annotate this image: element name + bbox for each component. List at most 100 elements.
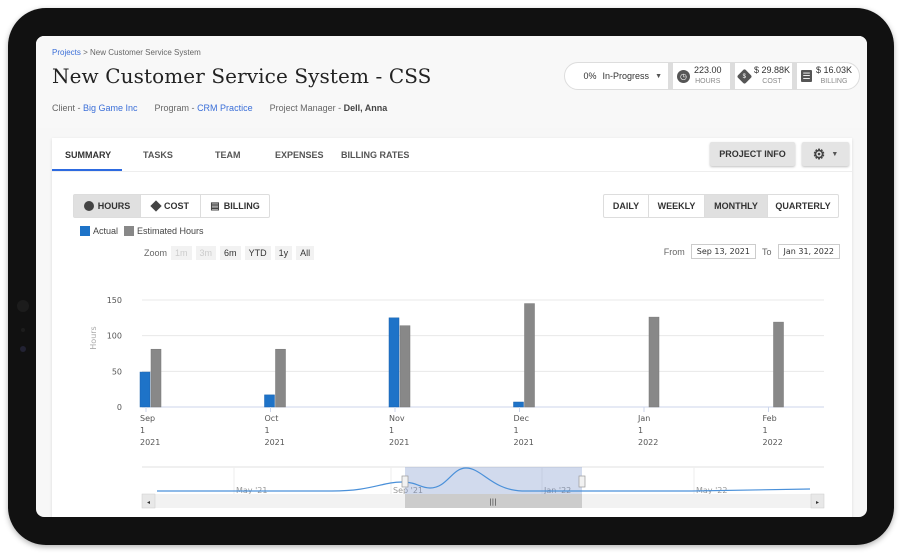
navigator-label: Jan '22 <box>543 486 571 495</box>
x-tick-label: 1 <box>265 426 270 435</box>
settings-menu-button[interactable]: ⚙ ▼ <box>802 142 849 166</box>
clock-icon: ◷ <box>677 69 690 83</box>
metric-billing-button[interactable]: ▤ BILLING <box>201 195 269 217</box>
period-quarterly-button[interactable]: QUARTERLY <box>768 195 838 217</box>
breadcrumb-projects-link[interactable]: Projects <box>52 48 81 57</box>
breadcrumb-separator: > <box>80 48 91 57</box>
sensor-icon <box>21 328 25 332</box>
bar-actual[interactable] <box>513 401 524 408</box>
x-tick-label: Nov <box>389 414 405 423</box>
hours-stat: ◷ 223.00 HOURS <box>668 63 730 89</box>
project-stats-bar: 0% In-Progress ▼ ◷ 223.00 HOURS $ $ 29.88… <box>564 62 860 90</box>
y-axis-label: Hours <box>89 326 98 349</box>
chart-legend: Actual Estimated Hours <box>80 226 204 236</box>
bar-estimated[interactable] <box>399 325 411 408</box>
light-sensor-icon <box>20 346 26 352</box>
y-tick-label: 150 <box>107 296 122 305</box>
scroll-right-button[interactable] <box>810 493 825 509</box>
y-tick-label: 50 <box>112 367 122 376</box>
legend-estimated[interactable]: Estimated Hours <box>137 226 204 236</box>
bar-actual[interactable] <box>139 371 151 408</box>
cost-stat: $ $ 29.88K COST <box>730 63 792 89</box>
tab-expenses[interactable]: EXPENSES <box>275 150 324 160</box>
legend-actual[interactable]: Actual <box>93 226 118 236</box>
x-tick-label: 1 <box>389 426 394 435</box>
navigator-left-handle[interactable] <box>401 475 409 488</box>
metric-cost-button[interactable]: COST <box>141 195 201 217</box>
scrollbar-grip-icon: ||| <box>489 498 496 506</box>
navigator-selection[interactable] <box>405 467 582 494</box>
manager-label: Project Manager - <box>269 103 344 113</box>
x-tick-label: Oct <box>265 414 279 423</box>
cost-label: COST <box>762 78 782 85</box>
period-monthly-button[interactable]: MONTHLY <box>705 195 768 217</box>
navigator-label: Sep '21 <box>393 486 423 495</box>
legend-actual-swatch <box>80 226 90 236</box>
bar-estimated[interactable] <box>275 348 286 408</box>
bar-actual[interactable] <box>264 394 275 408</box>
x-tick-label: 2021 <box>514 438 534 447</box>
bar-estimated[interactable] <box>648 316 660 408</box>
zoom-6m-button[interactable]: 6m <box>220 246 241 260</box>
navigator-label: May '21 <box>236 486 267 495</box>
program-link[interactable]: CRM Practice <box>197 103 253 113</box>
zoom-1y-button[interactable]: 1y <box>274 246 293 260</box>
bar-actual[interactable] <box>388 317 400 408</box>
summary-card: SUMMARY TASKS TEAM EXPENSES BILLING RATE… <box>52 138 852 517</box>
x-tick-label: Dec <box>514 414 529 423</box>
to-date-input[interactable]: Jan 31, 2022 <box>777 244 840 259</box>
zoom-selector: Zoom 1m 3m 6m YTD 1y All <box>144 246 315 260</box>
x-tick-label: 2021 <box>389 438 409 447</box>
y-tick-label: 100 <box>107 332 122 341</box>
bar-estimated[interactable] <box>150 348 162 408</box>
tab-summary[interactable]: SUMMARY <box>65 150 111 160</box>
billing-list-icon: ▤ <box>210 200 220 212</box>
status-dropdown[interactable]: 0% In-Progress ▼ <box>565 71 668 81</box>
y-tick-label: 0 <box>117 403 122 412</box>
x-tick-label: 2022 <box>638 438 658 447</box>
scrollbar-track[interactable] <box>142 494 824 508</box>
client-link[interactable]: Big Game Inc <box>83 103 138 113</box>
zoom-all-button[interactable]: All <box>296 246 315 260</box>
cost-value: $ 29.88K <box>754 65 791 75</box>
bar-estimated[interactable] <box>773 321 784 408</box>
camera-icon <box>17 300 29 312</box>
manager-name: Dell, Anna <box>343 103 388 113</box>
navigator-right-handle[interactable] <box>578 475 586 488</box>
x-tick-label: 1 <box>638 426 643 435</box>
zoom-3m-button[interactable]: 3m <box>195 246 217 260</box>
tab-bar: SUMMARY TASKS TEAM EXPENSES BILLING RATE… <box>52 138 852 172</box>
tab-tasks[interactable]: TASKS <box>143 150 173 160</box>
metric-cost-label: COST <box>163 201 189 211</box>
price-tag-icon <box>150 200 162 212</box>
project-meta: Client - Big Game Inc Program - CRM Prac… <box>52 103 387 113</box>
metric-toggle: HOURS COST ▤ BILLING <box>73 194 270 218</box>
zoom-1m-button[interactable]: 1m <box>171 246 192 260</box>
billing-label: BILLING <box>820 78 848 85</box>
client-info: Client - Big Game Inc <box>52 103 138 113</box>
scrollbar-thumb[interactable] <box>405 494 582 508</box>
from-date-input[interactable]: Sep 13, 2021 <box>690 244 756 259</box>
period-weekly-button[interactable]: WEEKLY <box>649 195 705 217</box>
period-daily-button[interactable]: DAILY <box>604 195 649 217</box>
metric-hours-button[interactable]: HOURS <box>74 195 141 217</box>
navigator: May '21 Sep '21 Jan '22 May '22 ||| ◂ ▸ <box>141 466 825 509</box>
tab-billing-rates[interactable]: BILLING RATES <box>341 150 409 160</box>
x-tick-label: 1 <box>763 426 768 435</box>
client-label: Client - <box>52 103 84 113</box>
project-info-button[interactable]: PROJECT INFO <box>710 142 795 166</box>
active-tab-indicator <box>52 169 122 171</box>
zoom-ytd-button[interactable]: YTD <box>244 246 271 260</box>
x-tick-label: Sep <box>140 414 155 423</box>
navigator-label: May '22 <box>696 486 727 495</box>
tab-team[interactable]: TEAM <box>215 150 241 160</box>
bar-estimated[interactable] <box>524 303 535 408</box>
page-title: New Customer Service System - CSS <box>52 64 432 88</box>
hours-label: HOURS <box>695 78 721 85</box>
manager-info: Project Manager - Dell, Anna <box>270 103 388 113</box>
navigator-series-line <box>157 467 811 492</box>
metric-billing-label: BILLING <box>223 201 260 211</box>
clock-icon <box>83 201 94 211</box>
scroll-left-button[interactable] <box>141 493 156 509</box>
x-tick-label: Feb <box>763 414 777 423</box>
